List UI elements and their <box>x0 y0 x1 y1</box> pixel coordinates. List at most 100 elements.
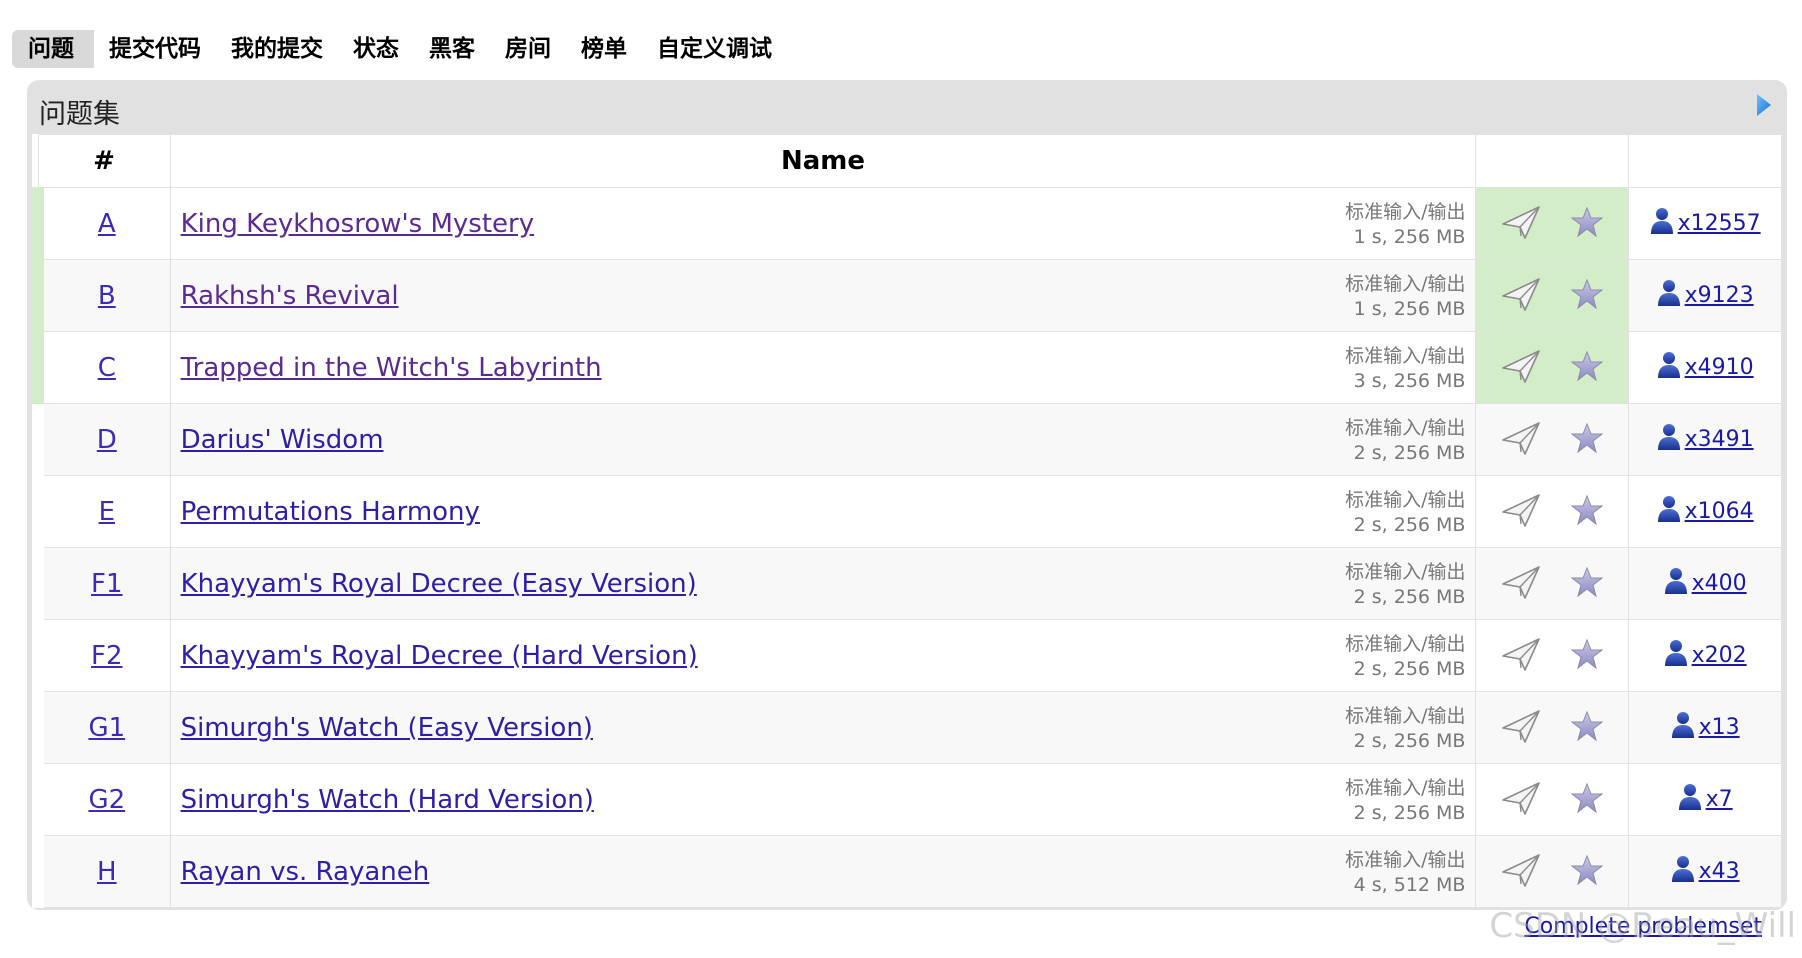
problem-name-link[interactable]: Simurgh's Watch (Easy Version) <box>181 713 593 743</box>
problem-index-cell: G2 <box>31 763 171 836</box>
paper-plane-icon[interactable] <box>1501 204 1541 244</box>
paper-plane-icon[interactable] <box>1501 420 1541 460</box>
menu-item-1[interactable]: 提交代码 <box>94 30 216 68</box>
star-icon[interactable] <box>1570 350 1604 386</box>
solvers-count-link[interactable]: x43 <box>1699 859 1740 884</box>
solvers-count-link[interactable]: x4910 <box>1685 355 1754 380</box>
problem-index-cell: A <box>31 187 171 260</box>
problem-name-link[interactable]: Darius' Wisdom <box>181 425 384 455</box>
solvers-count-link[interactable]: x7 <box>1706 787 1733 812</box>
table-row: G2 Simurgh's Watch (Hard Version) 标准输入/输出 2… <box>31 763 1782 836</box>
problem-name-link[interactable]: Simurgh's Watch (Hard Version) <box>181 785 594 815</box>
problem-name-link[interactable]: Khayyam's Royal Decree (Easy Version) <box>181 569 697 599</box>
paper-plane-icon[interactable] <box>1501 852 1541 892</box>
solvers-count-link[interactable]: x13 <box>1699 715 1740 740</box>
paper-plane-icon[interactable] <box>1501 780 1541 820</box>
star-icon[interactable] <box>1570 566 1604 602</box>
complete-problemset-link[interactable]: Complete problemset <box>1524 914 1762 939</box>
problem-index-cell: B <box>31 259 171 332</box>
problem-index-link[interactable]: F1 <box>91 569 123 599</box>
user-icon <box>1657 279 1681 313</box>
problem-name-link[interactable]: Permutations Harmony <box>181 497 480 527</box>
time-memory-limits: 4 s, 512 MB <box>1353 874 1466 896</box>
paper-plane-icon[interactable] <box>1501 276 1541 316</box>
user-icon <box>1664 567 1688 601</box>
solvers-count-link[interactable]: x1064 <box>1685 499 1754 524</box>
menu-item-6[interactable]: 榜单 <box>566 30 642 68</box>
problem-name-link[interactable]: Trapped in the Witch's Labyrinth <box>181 353 602 383</box>
actions-cell <box>1475 475 1630 548</box>
paper-plane-icon[interactable] <box>1501 348 1541 388</box>
menu-item-4[interactable]: 黑客 <box>414 30 490 68</box>
star-icon[interactable] <box>1570 854 1604 890</box>
star-icon[interactable] <box>1570 422 1604 458</box>
star-icon[interactable] <box>1570 494 1604 530</box>
paper-plane-icon[interactable] <box>1501 564 1541 604</box>
problem-name-cell: Darius' Wisdom 标准输入/输出 2 s, 256 MB <box>169 403 1477 476</box>
actions-cell <box>1475 331 1630 404</box>
problem-index-cell: C <box>31 331 171 404</box>
star-icon[interactable] <box>1570 638 1604 674</box>
actions-cell <box>1475 259 1630 332</box>
problem-name-link[interactable]: Rakhsh's Revival <box>181 281 399 311</box>
time-memory-limits: 2 s, 256 MB <box>1353 658 1466 680</box>
solvers-cell: x400 <box>1628 547 1782 620</box>
paper-plane-icon[interactable] <box>1501 492 1541 532</box>
time-memory-limits: 2 s, 256 MB <box>1353 730 1466 752</box>
problem-name-link[interactable]: King Keykhosrow's Mystery <box>181 209 535 239</box>
table-row: G1 Simurgh's Watch (Easy Version) 标准输入/输出 2… <box>31 691 1782 764</box>
star-icon[interactable] <box>1570 278 1604 314</box>
table-row: F2 Khayyam's Royal Decree (Hard Version) 标… <box>31 619 1782 692</box>
user-icon <box>1657 423 1681 457</box>
name-header: Name <box>169 134 1477 188</box>
time-memory-limits: 1 s, 256 MB <box>1353 226 1466 248</box>
problem-index-link[interactable]: F2 <box>91 641 123 671</box>
problem-index-link[interactable]: C <box>98 353 116 383</box>
user-icon <box>1678 783 1702 817</box>
paper-plane-icon[interactable] <box>1501 636 1541 676</box>
menu-item-0[interactable]: 问题 <box>12 30 94 68</box>
problem-index-link[interactable]: E <box>99 497 115 527</box>
menu-item-5[interactable]: 房间 <box>490 30 566 68</box>
problem-name-link[interactable]: Khayyam's Royal Decree (Hard Version) <box>181 641 698 671</box>
actions-cell <box>1475 547 1630 620</box>
problem-name-link[interactable]: Rayan vs. Rayaneh <box>181 857 430 887</box>
problem-name-cell: Rayan vs. Rayaneh 标准输入/输出 4 s, 512 MB <box>169 835 1477 908</box>
solvers-count-link[interactable]: x12557 <box>1678 211 1761 236</box>
triangle-right-icon[interactable] <box>1755 92 1773 122</box>
menu-item-2[interactable]: 我的提交 <box>216 30 338 68</box>
time-memory-limits: 2 s, 256 MB <box>1353 586 1466 608</box>
problem-limits: 标准输入/输出 2 s, 256 MB <box>1345 704 1465 754</box>
problem-limits: 标准输入/输出 4 s, 512 MB <box>1345 848 1465 898</box>
problem-name-cell: King Keykhosrow's Mystery 标准输入/输出 1 s, 256… <box>169 187 1477 260</box>
io-label: 标准输入/输出 <box>1345 417 1466 439</box>
problem-index-link[interactable]: D <box>97 425 117 455</box>
solvers-count-link[interactable]: x9123 <box>1685 283 1754 308</box>
solvers-cell: x1064 <box>1628 475 1782 548</box>
solvers-cell: x9123 <box>1628 259 1782 332</box>
problem-index-link[interactable]: B <box>98 281 116 311</box>
problem-index-link[interactable]: G2 <box>88 785 125 815</box>
star-icon[interactable] <box>1570 206 1604 242</box>
problem-name-cell: Khayyam's Royal Decree (Hard Version) 标准输… <box>169 619 1477 692</box>
problem-index-link[interactable]: H <box>97 857 117 887</box>
problem-limits: 标准输入/输出 2 s, 256 MB <box>1345 776 1465 826</box>
menu-item-3[interactable]: 状态 <box>338 30 414 68</box>
problem-index-cell: G1 <box>31 691 171 764</box>
problem-limits: 标准输入/输出 1 s, 256 MB <box>1345 200 1465 250</box>
solvers-cell: x4910 <box>1628 331 1782 404</box>
solvers-count-link[interactable]: x3491 <box>1685 427 1754 452</box>
actions-cell <box>1475 187 1630 260</box>
paper-plane-icon[interactable] <box>1501 708 1541 748</box>
solvers-cell: x12557 <box>1628 187 1782 260</box>
solvers-cell: x202 <box>1628 619 1782 692</box>
menu-item-7[interactable]: 自定义调试 <box>642 30 787 68</box>
problem-index-link[interactable]: A <box>98 209 116 239</box>
star-icon[interactable] <box>1570 710 1604 746</box>
solvers-count-link[interactable]: x400 <box>1692 571 1747 596</box>
problem-index-link[interactable]: G1 <box>88 713 125 743</box>
solvers-count-link[interactable]: x202 <box>1692 643 1747 668</box>
star-icon[interactable] <box>1570 782 1604 818</box>
io-label: 标准输入/输出 <box>1345 561 1466 583</box>
table-row: B Rakhsh's Revival 标准输入/输出 1 s, 256 MB x9123 <box>31 259 1782 332</box>
